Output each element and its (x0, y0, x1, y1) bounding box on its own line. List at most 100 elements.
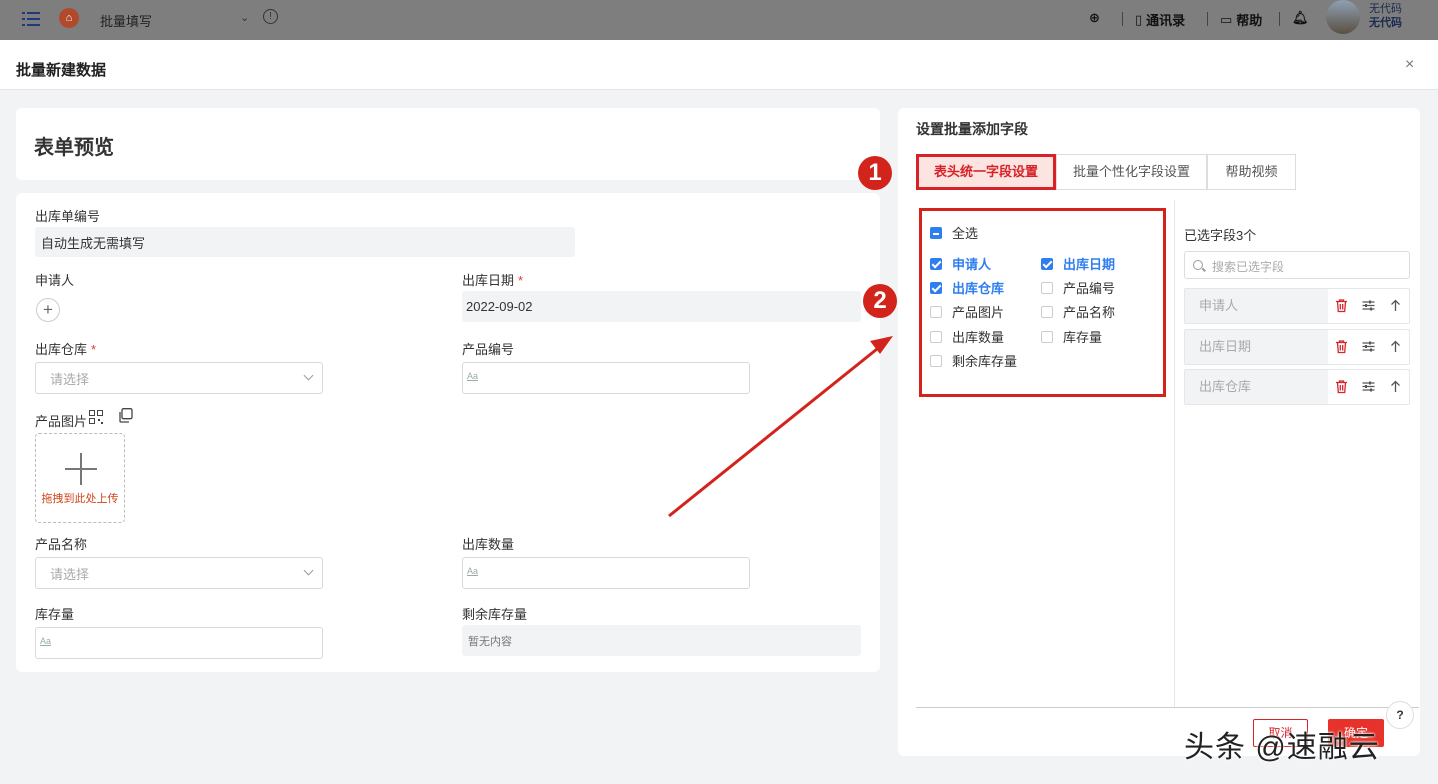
settings-sliders-icon[interactable] (1361, 298, 1376, 313)
selected-item-name: 出库日期 (1185, 330, 1328, 364)
checkbox-label: 出库数量 (952, 330, 1005, 345)
menu-list-icon[interactable] (22, 11, 40, 27)
checkbox-date[interactable]: 出库日期 (1041, 254, 1115, 273)
checkbox-product-image[interactable]: 产品图片 (930, 302, 1004, 321)
contacts-button[interactable]: ▯ 通讯录 (1135, 10, 1185, 29)
avatar[interactable] (1326, 0, 1360, 34)
bell-icon[interactable]: 🔔︎ (1292, 10, 1309, 26)
divider (1279, 12, 1280, 26)
user-org: 无代码 (1369, 17, 1402, 29)
warehouse-label: 出库仓库 * (35, 342, 97, 357)
panel-title: 设置批量添加字段 (916, 121, 1028, 137)
trash-icon[interactable] (1334, 339, 1349, 354)
close-icon[interactable]: × (1405, 56, 1414, 74)
product-name-select[interactable]: 请选择 (35, 557, 323, 589)
form-preview-header: 表单预览 (16, 108, 880, 180)
checkbox-checked (930, 257, 942, 270)
checkbox-unchecked (930, 305, 942, 318)
tab-help-video[interactable]: 帮助视频 (1207, 154, 1296, 190)
checkbox-applicant[interactable]: 申请人 (930, 254, 991, 273)
date-label: 出库日期 * (462, 273, 524, 288)
add-circle-icon[interactable]: ⊕ (1089, 10, 1100, 26)
checkbox-stock[interactable]: 库存量 (1041, 327, 1102, 346)
checkbox-unchecked (930, 330, 942, 343)
tab-personalized-fields[interactable]: 批量个性化字段设置 (1056, 154, 1207, 190)
select-all-checkbox[interactable]: 全选 (930, 223, 978, 242)
arrow-up-icon[interactable] (1388, 379, 1403, 394)
selected-count: 已选字段3个 (1184, 228, 1257, 243)
home-icon[interactable]: ⌂ (59, 8, 79, 28)
selected-search-input[interactable]: 搜索已选字段 (1184, 251, 1410, 279)
checkbox-product-code[interactable]: 产品编号 (1041, 278, 1115, 297)
divider (1207, 12, 1208, 26)
trash-icon[interactable] (1334, 298, 1349, 313)
arrow-up-icon[interactable] (1388, 298, 1403, 313)
search-icon (1193, 260, 1203, 270)
selected-item-name: 申请人 (1185, 289, 1328, 323)
plus-icon (65, 453, 97, 485)
checkbox-checked (930, 281, 942, 294)
selected-item: 申请人 (1184, 288, 1410, 324)
tab-header-unified-fields[interactable]: 表头统一字段设置 (916, 154, 1056, 190)
checkbox-label: 库存量 (1063, 330, 1103, 345)
add-applicant-button[interactable]: + (36, 298, 60, 322)
settings-sliders-icon[interactable] (1361, 379, 1376, 394)
arrow-up-icon[interactable] (1388, 339, 1403, 354)
selected-item-name: 出库仓库 (1185, 370, 1328, 404)
selected-item: 出库日期 (1184, 329, 1410, 365)
remaining-label: 剩余库存量 (462, 607, 528, 622)
form-preview-card (16, 193, 880, 672)
qty-input[interactable]: Aa (462, 557, 750, 589)
product-name-label: 产品名称 (35, 537, 88, 552)
checkbox-unchecked (930, 354, 942, 367)
checkbox-unchecked (1041, 305, 1053, 318)
checkbox-unchecked (1041, 281, 1053, 294)
book-icon: ▯ (1135, 11, 1143, 27)
product-image-label: 产品图片 (35, 414, 88, 429)
checkbox-label: 剩余库存量 (952, 354, 1018, 369)
checkbox-label: 出库日期 (1063, 257, 1116, 272)
required-mark: * (91, 342, 97, 357)
copy-icon[interactable] (118, 408, 133, 423)
warehouse-select[interactable]: 请选择 (35, 362, 323, 394)
required-mark: * (518, 273, 524, 288)
contacts-label: 通讯录 (1146, 13, 1186, 28)
help-chat-icon: ▭ (1220, 11, 1233, 27)
chevron-down-icon (303, 370, 314, 381)
modal-title: 批量新建数据 (16, 62, 107, 79)
footer-divider (916, 707, 1419, 708)
form-preview-title: 表单预览 (34, 137, 114, 159)
checkbox-warehouse[interactable]: 出库仓库 (930, 278, 1004, 297)
user-info[interactable]: 无代码 无代码 (1369, 2, 1402, 30)
chevron-down-icon (303, 565, 314, 576)
checkbox-label: 申请人 (952, 257, 992, 272)
step-badge-1: 1 (858, 156, 892, 190)
stock-input[interactable]: Aa (35, 627, 323, 659)
upload-text: 拖拽到此处上传 (41, 493, 119, 505)
watermark: 头条 @速融云 (1184, 731, 1380, 764)
checkbox-label: 产品名称 (1063, 305, 1116, 320)
image-upload-dropzone[interactable]: 拖拽到此处上传 (35, 433, 125, 523)
checkbox-product-name[interactable]: 产品名称 (1041, 302, 1115, 321)
info-icon[interactable]: ! (263, 9, 278, 24)
selected-item: 出库仓库 (1184, 369, 1410, 405)
settings-sliders-icon[interactable] (1361, 339, 1376, 354)
checkbox-qty[interactable]: 出库数量 (930, 327, 1004, 346)
app-title: 批量填写 (100, 14, 153, 29)
select-all-label: 全选 (952, 226, 979, 241)
search-placeholder: 搜索已选字段 (1212, 260, 1285, 274)
chevron-down-icon[interactable]: ⌄ (240, 11, 249, 24)
checkbox-checked (1041, 257, 1053, 270)
text-type-icon: Aa (40, 636, 52, 646)
product-code-input[interactable]: Aa (462, 362, 750, 394)
checkbox-remaining[interactable]: 剩余库存量 (930, 351, 1017, 370)
date-value: 2022-09-02 (466, 299, 533, 314)
date-field[interactable]: 2022-09-02 (462, 291, 861, 322)
trash-icon[interactable] (1334, 379, 1349, 394)
product-code-label: 产品编号 (462, 342, 515, 357)
help-button[interactable]: ▭ 帮助 (1220, 10, 1262, 29)
qr-code-icon[interactable] (89, 410, 103, 424)
remaining-field: 暂无内容 (462, 625, 861, 656)
stock-label: 库存量 (35, 607, 75, 622)
help-question-icon[interactable]: ? (1386, 701, 1414, 729)
